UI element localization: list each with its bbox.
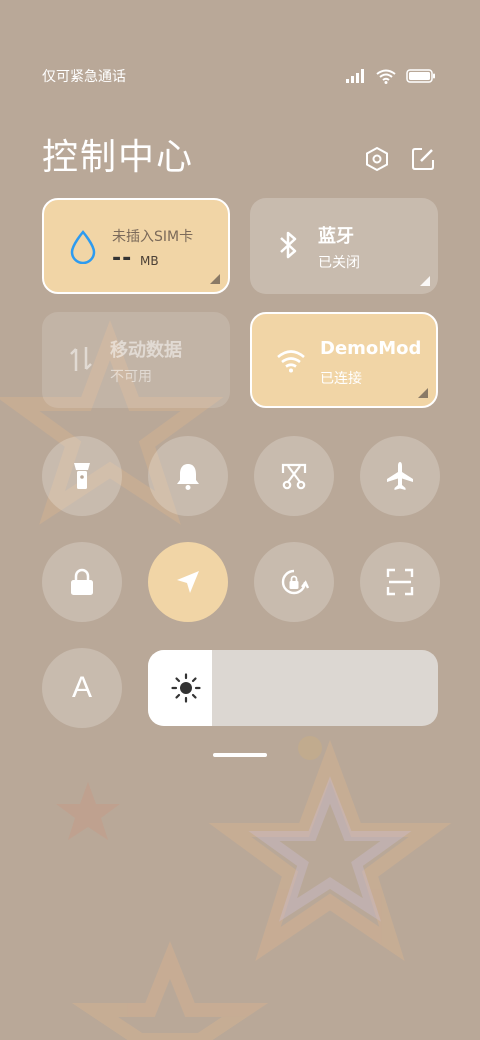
expand-corner-icon <box>210 274 220 284</box>
battery-icon <box>406 69 435 83</box>
data-usage-value: -- <box>112 246 133 271</box>
data-arrows-icon <box>64 342 98 376</box>
bluetooth-tile[interactable]: 蓝牙 已关闭 <box>250 198 438 294</box>
font-size-label: A <box>71 671 92 704</box>
status-bar: 仅可紧急通话 <box>42 64 436 88</box>
home-indicator[interactable] <box>213 753 267 757</box>
bell-icon <box>177 464 199 490</box>
screen-lock-toggle[interactable] <box>42 542 122 622</box>
bluetooth-title: 蓝牙 <box>318 226 354 247</box>
wifi-icon <box>376 69 396 84</box>
bluetooth-status: 已关闭 <box>318 255 360 271</box>
carrier-status-text: 仅可紧急通话 <box>42 69 126 85</box>
expand-corner-icon <box>420 276 430 286</box>
flashlight-icon <box>74 463 90 489</box>
lock-icon <box>71 568 93 595</box>
status-icons <box>346 69 436 84</box>
mobile-data-title: 移动数据 <box>110 340 182 361</box>
sim-status-label: 未插入SIM卡 <box>112 229 194 245</box>
brightness-slider[interactable] <box>148 650 438 726</box>
airplane-icon <box>387 462 413 490</box>
data-usage-unit: MB <box>140 254 159 268</box>
ringer-toggle[interactable] <box>148 436 228 516</box>
mobile-data-status: 不可用 <box>110 369 152 385</box>
screenshot-scissors-icon <box>281 463 307 490</box>
control-center-header: 控制中心 <box>42 128 436 178</box>
rotation-lock-icon <box>281 569 310 595</box>
font-size-button[interactable]: A <box>42 648 122 728</box>
bluetooth-icon <box>272 228 306 262</box>
wifi-tile[interactable]: DemoMod 已连接 <box>250 312 438 408</box>
rotation-lock-toggle[interactable] <box>254 542 334 622</box>
signal-icon <box>346 69 364 83</box>
screenshot-toggle[interactable] <box>254 436 334 516</box>
expand-corner-icon <box>418 388 428 398</box>
data-usage-tile[interactable]: 未插入SIM卡 -- MB <box>42 198 230 294</box>
scan-icon <box>386 568 414 596</box>
wifi-icon <box>274 344 308 378</box>
sun-icon <box>171 673 201 703</box>
page-title: 控制中心 <box>42 137 195 178</box>
scanner-toggle[interactable] <box>360 542 440 622</box>
location-arrow-icon <box>177 571 199 593</box>
settings-hexagon-icon[interactable] <box>364 146 390 172</box>
wifi-network-name: DemoMod <box>320 338 422 359</box>
water-drop-icon <box>66 230 100 264</box>
airplane-mode-toggle[interactable] <box>360 436 440 516</box>
mobile-data-tile[interactable]: 移动数据 不可用 <box>42 312 230 408</box>
flashlight-toggle[interactable] <box>42 436 122 516</box>
wifi-status: 已连接 <box>320 371 362 387</box>
edit-icon[interactable] <box>410 146 436 172</box>
location-toggle[interactable] <box>148 542 228 622</box>
